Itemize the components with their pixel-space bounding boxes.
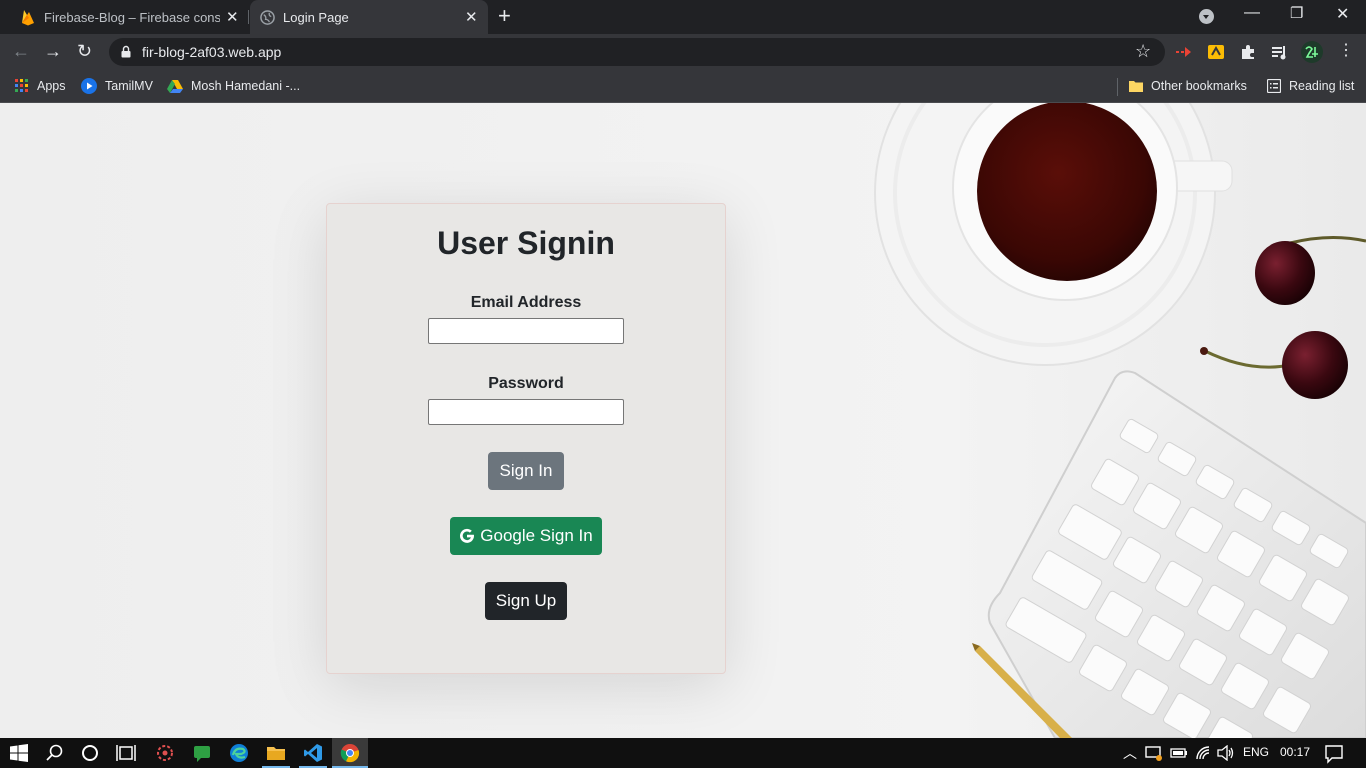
volume-icon[interactable]: [1217, 745, 1235, 761]
clock[interactable]: 00:17: [1280, 745, 1310, 759]
tray-monitor-icon[interactable]: [1145, 744, 1163, 762]
tab-close-icon[interactable]: ✕: [226, 8, 239, 26]
app-gear-icon[interactable]: [155, 743, 175, 763]
tab-title: Firebase-Blog – Firebase console: [44, 9, 220, 25]
reading-list-icon: [1267, 79, 1281, 93]
url-text: fir-blog-2af03.web.app: [142, 44, 282, 60]
bookmarks-separator: [1117, 78, 1118, 96]
tray-chevron-icon[interactable]: ︿: [1123, 743, 1137, 763]
apps-grid-icon: [15, 79, 28, 92]
bookmark-label: Apps: [37, 79, 66, 93]
new-tab-icon[interactable]: +: [498, 5, 511, 27]
bookmark-label: Reading list: [1289, 79, 1355, 93]
bookmark-other-bookmarks[interactable]: Other bookmarks: [1129, 77, 1247, 95]
tab-close-icon[interactable]: ✕: [465, 8, 478, 26]
sign-up-button[interactable]: Sign Up: [485, 582, 567, 620]
sign-in-button[interactable]: Sign In: [488, 452, 564, 490]
password-field[interactable]: [428, 399, 624, 425]
browser-toolbar: ← → ↻ fir-blog-2af03.web.app ☆ ⋮: [0, 34, 1366, 70]
extensions-puzzle-icon[interactable]: [1239, 43, 1257, 61]
file-explorer-icon[interactable]: [266, 743, 286, 763]
notifications-icon[interactable]: [1324, 744, 1344, 764]
lock-icon: [121, 45, 131, 58]
bookmark-mosh-hamedani[interactable]: Mosh Hamedani -...: [167, 77, 300, 95]
window-close-icon[interactable]: ✕: [1336, 4, 1349, 24]
reload-icon[interactable]: ↻: [77, 40, 92, 62]
password-label: Password: [488, 375, 564, 392]
google-sign-in-label: Google Sign In: [480, 526, 593, 545]
vscode-icon[interactable]: [303, 743, 323, 763]
back-icon[interactable]: ←: [12, 40, 30, 62]
tab-strip: Firebase-Blog – Firebase console ✕ Login…: [0, 0, 1366, 34]
bookmarks-bar: Apps TamilMV Mosh Hamedani -... Other bo…: [0, 70, 1366, 103]
address-bar[interactable]: fir-blog-2af03.web.app ☆: [109, 38, 1165, 66]
language-indicator[interactable]: ENG: [1243, 745, 1269, 759]
page-title: User Signin: [437, 225, 615, 261]
google-drive-icon: [167, 80, 183, 93]
task-view-icon[interactable]: [116, 743, 136, 763]
bookmark-label: Mosh Hamedani -...: [191, 79, 301, 93]
bookmark-apps[interactable]: Apps: [15, 77, 66, 95]
extension-arrow-icon[interactable]: [1175, 43, 1193, 61]
chat-app-icon[interactable]: [192, 743, 212, 763]
play-icon: [81, 78, 97, 94]
google-sign-in-button[interactable]: Google Sign In: [450, 517, 602, 555]
tab-divider: [248, 10, 249, 24]
restore-icon[interactable]: ❐: [1290, 4, 1303, 22]
folder-icon: [1129, 81, 1143, 92]
bookmark-label: Other bookmarks: [1151, 79, 1247, 93]
email-label: Email Address: [470, 294, 582, 311]
cortana-icon[interactable]: [80, 743, 100, 763]
windows-taskbar: ︿ ENG 00:17: [0, 738, 1366, 768]
battery-icon[interactable]: [1170, 745, 1188, 761]
windows-start-icon[interactable]: [9, 743, 29, 763]
reading-list-button[interactable]: Reading list: [1267, 77, 1354, 95]
google-icon: [460, 528, 475, 543]
media-control-icon[interactable]: [1271, 43, 1289, 61]
chrome-icon[interactable]: [340, 743, 360, 763]
bookmark-label: TamilMV: [105, 79, 153, 93]
forward-icon[interactable]: →: [44, 40, 62, 62]
bookmark-star-icon[interactable]: ☆: [1135, 41, 1151, 62]
menu-kebab-icon[interactable]: ⋮: [1338, 40, 1354, 62]
edge-icon[interactable]: [229, 743, 249, 763]
wifi-icon[interactable]: [1195, 745, 1213, 761]
tab-search-icon[interactable]: [1199, 9, 1214, 24]
signin-card: User Signin Email Address Password Sign …: [326, 203, 726, 674]
extension-yellow-icon[interactable]: [1207, 43, 1225, 61]
page-viewport: User Signin Email Address Password Sign …: [0, 103, 1366, 738]
email-field[interactable]: [428, 318, 624, 344]
search-icon[interactable]: [45, 743, 65, 763]
globe-icon: [260, 10, 275, 25]
profile-avatar[interactable]: [1301, 41, 1323, 63]
tab-login-page[interactable]: Login Page ✕: [250, 0, 488, 34]
tab-firebase-console[interactable]: Firebase-Blog – Firebase console ✕: [0, 0, 248, 34]
firebase-icon: [22, 10, 34, 26]
bookmark-tamilmv[interactable]: TamilMV: [81, 77, 153, 95]
minimize-icon[interactable]: —: [1244, 4, 1260, 22]
tab-title: Login Page: [283, 9, 349, 25]
